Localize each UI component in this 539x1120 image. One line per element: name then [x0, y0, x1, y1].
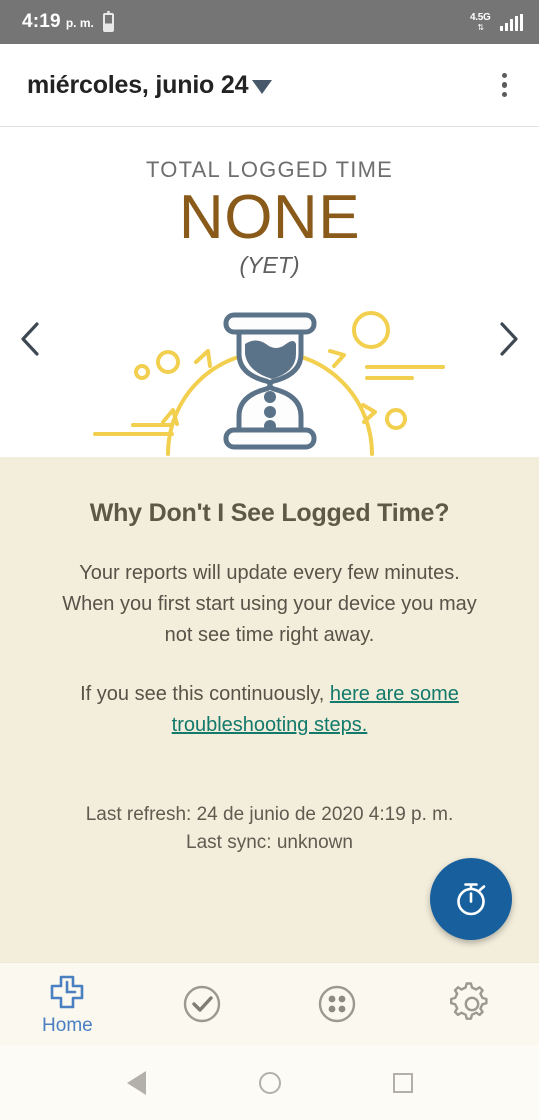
recents-square-icon	[392, 1072, 413, 1093]
start-timer-fab[interactable]	[430, 858, 512, 940]
app-bar: miércoles, junio 24	[0, 44, 539, 127]
logged-time-hero: TOTAL LOGGED TIME NONE (YET)	[0, 127, 539, 457]
hourglass-illustration	[93, 311, 445, 456]
date-selector[interactable]: miércoles, junio 24	[27, 70, 273, 100]
back-triangle-icon	[127, 1070, 146, 1095]
android-home-button[interactable]	[245, 1058, 295, 1108]
bottom-navigation: Home	[0, 962, 539, 1045]
status-bar: 4:19 p. m. 4.5G ⇅	[0, 0, 539, 44]
android-navigation-bar	[0, 1045, 539, 1120]
signal-bars-icon	[499, 13, 523, 31]
android-back-button[interactable]	[112, 1058, 162, 1108]
network-type-indicator: 4.5G ⇅	[470, 11, 491, 32]
sync-meta: Last refresh: 24 de junio de 2020 4:19 p…	[86, 801, 454, 856]
info-heading: Why Don't I See Logged Time?	[89, 499, 450, 527]
home-clock-icon	[51, 975, 84, 1008]
info-panel: Why Don't I See Logged Time? Your report…	[0, 457, 539, 962]
gear-icon	[449, 982, 488, 1020]
network-arrows-icon: ⇅	[477, 22, 484, 32]
info-body: Your reports will update every few minut…	[62, 562, 477, 646]
page-title: miércoles, junio 24	[27, 70, 249, 99]
check-circle-icon	[183, 985, 221, 1023]
hero-subtext: (YET)	[239, 252, 300, 279]
last-sync-text: Last sync: unknown	[186, 831, 353, 853]
nav-item-home[interactable]: Home	[0, 963, 135, 1045]
nav-item-apps[interactable]	[270, 963, 405, 1045]
info-link-paragraph: If you see this continuously, here are s…	[60, 679, 480, 741]
hero-value: NONE	[178, 183, 361, 252]
stopwatch-icon	[457, 883, 486, 916]
status-bar-right: 4.5G ⇅	[470, 11, 523, 32]
hero-label: TOTAL LOGGED TIME	[146, 157, 393, 182]
four-dots-circle-icon	[318, 985, 356, 1023]
battery-icon	[102, 10, 114, 32]
chevron-down-icon	[252, 80, 273, 94]
last-refresh-text: Last refresh: 24 de junio de 2020 4:19 p…	[85, 804, 454, 825]
status-ampm: p. m.	[65, 16, 94, 30]
phone-screen: 4:19 p. m. 4.5G ⇅ miércoles, junio 24 TO…	[0, 0, 539, 1120]
status-time: 4:19	[22, 11, 61, 32]
nav-item-checkin[interactable]	[135, 963, 270, 1045]
overflow-menu-icon[interactable]	[492, 65, 518, 106]
info-link-prefix: If you see this continuously,	[80, 683, 330, 705]
status-bar-left: 4:19 p. m.	[22, 10, 114, 33]
nav-item-home-label: Home	[42, 1014, 93, 1036]
nav-item-settings[interactable]	[404, 963, 539, 1045]
home-circle-icon	[258, 1071, 281, 1094]
android-recents-button[interactable]	[378, 1058, 428, 1108]
network-label: 4.5G	[470, 11, 491, 23]
